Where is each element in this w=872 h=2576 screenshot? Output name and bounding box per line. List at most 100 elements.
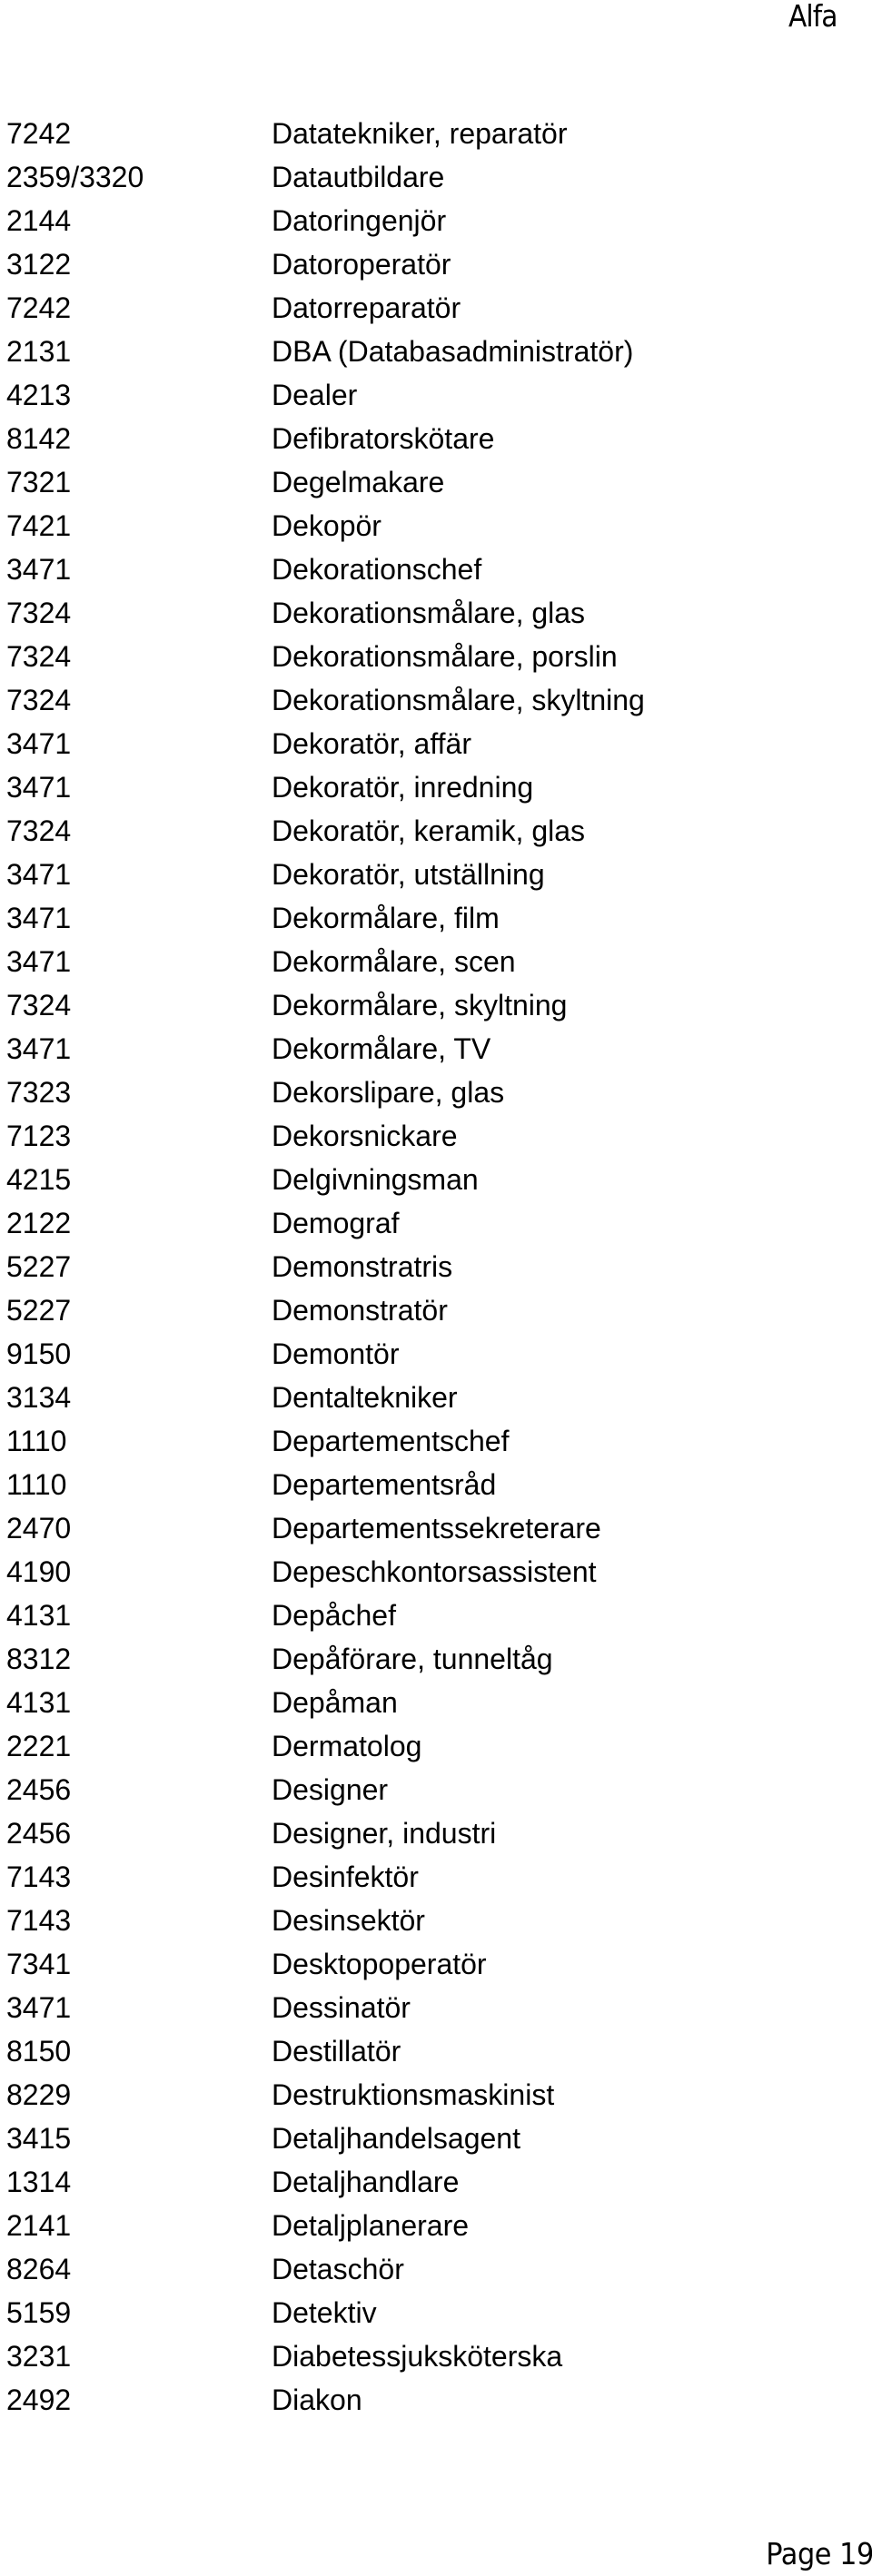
occupation-title: Depeschkontorsassistent [272, 1555, 597, 1588]
occupation-title: Departementschef [272, 1425, 510, 1457]
occupation-title: Defibratorskötare [272, 422, 495, 455]
occupation-code: 7324 [6, 814, 72, 847]
page-number: Page 19 [766, 2536, 872, 2571]
occupation-title: Dekoratör, keramik, glas [272, 814, 586, 847]
occupation-title: Dekorsnickare [272, 1120, 458, 1152]
occupation-title: Dekormålare, TV [272, 1032, 491, 1065]
occupation-code: 9150 [6, 1337, 72, 1370]
occupation-code: 2359/3320 [6, 161, 144, 193]
occupation-title: Dealer [272, 379, 358, 411]
list-item: 3471 Dekoratör, utställning [0, 856, 872, 900]
occupation-code: 4213 [6, 379, 72, 411]
occupation-title: Dekorationsmålare, porslin [272, 640, 618, 673]
occupation-title: Dermatolog [272, 1730, 422, 1762]
list-item: 4131 Depåman [0, 1684, 872, 1728]
occupation-title: Diakon [272, 2384, 362, 2416]
occupation-code: 4131 [6, 1599, 72, 1632]
occupation-title: Designer [272, 1773, 389, 1806]
occupation-code: 3231 [6, 2340, 72, 2373]
occupation-code: 3471 [6, 1991, 72, 2024]
occupation-code: 7143 [6, 1904, 72, 1937]
list-item: 3471 Dekormålare, scen [0, 943, 872, 987]
occupation-code: 7143 [6, 1860, 72, 1893]
occupation-code: 2122 [6, 1207, 72, 1239]
occupation-code: 3471 [6, 945, 72, 978]
occupation-code: 2141 [6, 2209, 72, 2242]
occupation-title: Dekorslipare, glas [272, 1076, 505, 1109]
occupation-title: Demonstratör [272, 1294, 448, 1327]
occupation-code: 7123 [6, 1120, 72, 1152]
occupation-code: 1110 [6, 1468, 67, 1501]
list-item: 3415 Detaljhandelsagent [0, 2120, 872, 2164]
list-item: 8142 Defibratorskötare [0, 420, 872, 464]
occupation-title: Dekoratör, affär [272, 727, 471, 760]
occupation-title: Datatekniker, reparatör [272, 117, 568, 150]
occupation-code: 8229 [6, 2078, 72, 2111]
occupation-code: 2456 [6, 1817, 72, 1850]
list-item: 7143 Desinfektör [0, 1859, 872, 1902]
occupation-title: Dekorationsmålare, glas [272, 597, 586, 629]
list-item: 7421 Dekopör [0, 508, 872, 551]
list-item: 7324 Dekorationsmålare, skyltning [0, 682, 872, 725]
occupation-title: Dekormålare, skyltning [272, 989, 568, 1022]
list-item: 7123 Dekorsnickare [0, 1118, 872, 1161]
list-item: 8264 Detaschör [0, 2251, 872, 2295]
occupation-title: Detaljhandelsagent [272, 2122, 520, 2155]
list-item: 2221 Dermatolog [0, 1728, 872, 1772]
occupation-code: 8150 [6, 2035, 72, 2068]
occupation-title: Depåchef [272, 1599, 396, 1632]
occupation-code: 7321 [6, 466, 72, 498]
occupation-title: Dekormålare, film [272, 902, 500, 934]
occupation-code: 3122 [6, 248, 72, 281]
list-item: 7242 Datorreparatör [0, 290, 872, 333]
list-item: 2492 Diakon [0, 2382, 872, 2425]
occupation-code: 2221 [6, 1730, 72, 1762]
occupation-title: Destruktionsmaskinist [272, 2078, 555, 2111]
occupation-title: Departementsråd [272, 1468, 497, 1501]
list-item: 3471 Dekormålare, TV [0, 1031, 872, 1074]
list-item: 2131 DBA (Databasadministratör) [0, 333, 872, 377]
occupation-code: 3471 [6, 727, 72, 760]
list-item: 2359/3320 Datautbildare [0, 159, 872, 202]
occupation-title: Dekormålare, scen [272, 945, 516, 978]
list-item: 3471 Dekoratör, inredning [0, 769, 872, 813]
list-item: 7324 Dekorationsmålare, glas [0, 595, 872, 638]
occupation-code: 7324 [6, 597, 72, 629]
occupation-code: 7324 [6, 684, 72, 716]
list-item: 4131 Depåchef [0, 1597, 872, 1641]
list-item: 5159 Detektiv [0, 2295, 872, 2338]
list-item: 2456 Designer, industri [0, 1815, 872, 1859]
occupation-code: 8312 [6, 1643, 72, 1675]
list-item: 8312 Depåförare, tunneltåg [0, 1641, 872, 1684]
occupation-title: DBA (Databasadministratör) [272, 335, 634, 368]
list-item: 3122 Datoroperatör [0, 246, 872, 290]
occupation-code: 7341 [6, 1948, 72, 1980]
list-item: 5227 Demonstratör [0, 1292, 872, 1336]
occupation-code: 2470 [6, 1512, 72, 1545]
list-item: 7324 Dekorationsmålare, porslin [0, 638, 872, 682]
list-item: 7324 Dekoratör, keramik, glas [0, 813, 872, 856]
occupation-code: 3471 [6, 1032, 72, 1065]
occupation-title: Datautbildare [272, 161, 445, 193]
occupation-code: 5159 [6, 2296, 72, 2329]
occupation-title: Demonstratris [272, 1250, 453, 1283]
occupation-code: 1110 [6, 1425, 67, 1457]
occupation-title: Dekorationschef [272, 553, 482, 586]
occupation-code: 7323 [6, 1076, 72, 1109]
list-item: 2122 Demograf [0, 1205, 872, 1249]
list-item: 3134 Dentaltekniker [0, 1379, 872, 1423]
occupation-title: Delgivningsman [272, 1163, 479, 1196]
occupation-title: Detaljhandlare [272, 2166, 460, 2198]
list-item: 1110 Departementschef [0, 1423, 872, 1466]
list-item: 4213 Dealer [0, 377, 872, 420]
list-item: 7323 Dekorslipare, glas [0, 1074, 872, 1118]
list-item: 4215 Delgivningsman [0, 1161, 872, 1205]
occupation-code: 7421 [6, 509, 72, 542]
occupation-title: Dentaltekniker [272, 1381, 458, 1414]
occupation-code: 3471 [6, 553, 72, 586]
list-item: 2141 Detaljplanerare [0, 2207, 872, 2251]
occupation-title: Dekopör [272, 509, 382, 542]
list-item: 3471 Dekormålare, film [0, 900, 872, 943]
list-item: 3471 Dessinatör [0, 1989, 872, 2033]
list-item: 7143 Desinsektör [0, 1902, 872, 1946]
